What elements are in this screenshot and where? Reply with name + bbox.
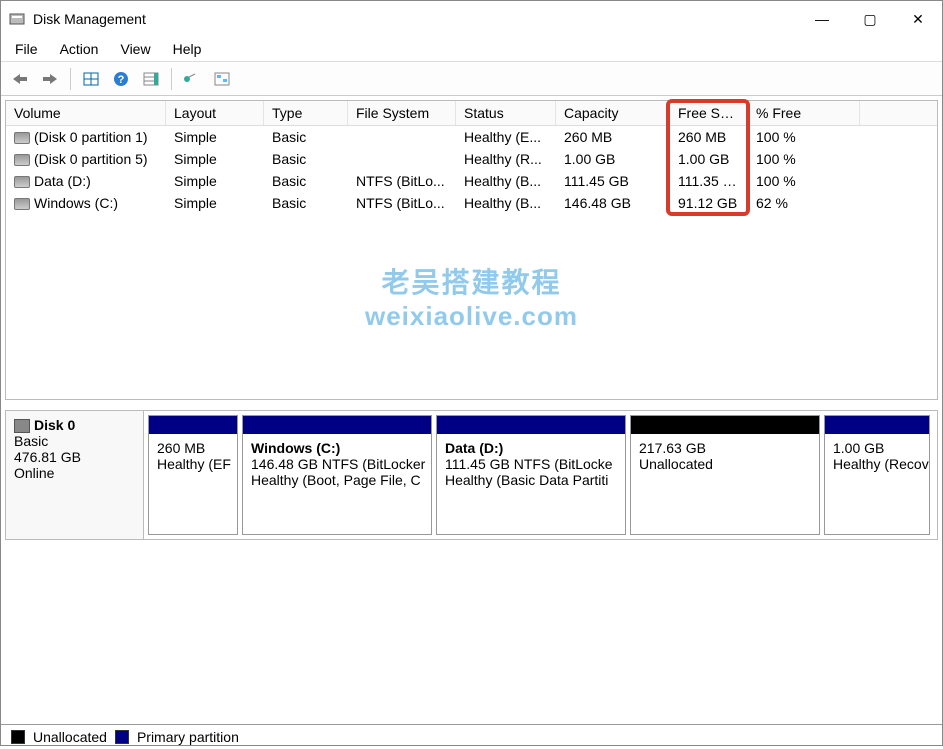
partition[interactable]: Data (D:)111.45 GB NTFS (BitLockeHealthy…: [436, 415, 626, 535]
disk-state: Online: [14, 465, 135, 481]
minimize-button[interactable]: —: [798, 1, 846, 37]
col-layout[interactable]: Layout: [166, 101, 264, 125]
content-area: Volume Layout Type File System Status Ca…: [1, 96, 942, 724]
table-row[interactable]: Windows (C:)SimpleBasicNTFS (BitLo...Hea…: [6, 192, 937, 214]
forward-arrow-icon[interactable]: [37, 66, 63, 92]
disk-info[interactable]: Disk 0 Basic 476.81 GB Online: [6, 411, 144, 539]
col-type[interactable]: Type: [264, 101, 348, 125]
list-view-icon[interactable]: [179, 66, 205, 92]
toolbar: ?: [1, 62, 942, 96]
menu-view[interactable]: View: [120, 41, 150, 57]
table-row[interactable]: (Disk 0 partition 5)SimpleBasicHealthy (…: [6, 148, 937, 170]
partition[interactable]: 260 MBHealthy (EF: [148, 415, 238, 535]
col-pct-free[interactable]: % Free: [748, 101, 860, 125]
volume-table: Volume Layout Type File System Status Ca…: [5, 100, 938, 400]
menubar: File Action View Help: [1, 37, 942, 62]
col-free-space[interactable]: Free Sp...: [670, 101, 748, 125]
menu-file[interactable]: File: [15, 41, 38, 57]
disk-type: Basic: [14, 433, 135, 449]
watermark-line2: weixiaolive.com: [6, 301, 937, 332]
disk-graphical-view: Disk 0 Basic 476.81 GB Online 260 MBHeal…: [5, 410, 938, 540]
col-status[interactable]: Status: [456, 101, 556, 125]
panel-grid-icon[interactable]: [78, 66, 104, 92]
table-header: Volume Layout Type File System Status Ca…: [6, 101, 937, 126]
watermark-line1: 老吴搭建教程: [6, 261, 937, 301]
partitions: 260 MBHealthy (EFWindows (C:)146.48 GB N…: [144, 411, 937, 539]
disk-icon: [14, 419, 30, 433]
window-controls: — ▢ ✕: [798, 1, 942, 37]
tree-view-icon[interactable]: [209, 66, 235, 92]
legend-unallocated: Unallocated: [33, 729, 107, 745]
table-row[interactable]: (Disk 0 partition 1)SimpleBasicHealthy (…: [6, 126, 937, 148]
empty-space: [5, 540, 938, 720]
app-icon: [9, 11, 25, 27]
menu-help[interactable]: Help: [173, 41, 202, 57]
col-capacity[interactable]: Capacity: [556, 101, 670, 125]
window-title: Disk Management: [33, 11, 146, 27]
legend-primary: Primary partition: [137, 729, 239, 745]
col-filesystem[interactable]: File System: [348, 101, 456, 125]
table-body: (Disk 0 partition 1)SimpleBasicHealthy (…: [6, 126, 937, 214]
disk-size: 476.81 GB: [14, 449, 135, 465]
disk-label: Disk 0: [34, 417, 75, 433]
partition[interactable]: Windows (C:)146.48 GB NTFS (BitLockerHea…: [242, 415, 432, 535]
toolbar-separator: [70, 68, 71, 90]
legend: Unallocated Primary partition: [1, 724, 942, 749]
close-button[interactable]: ✕: [894, 1, 942, 37]
toolbar-separator: [171, 68, 172, 90]
table-view-icon[interactable]: [138, 66, 164, 92]
table-row[interactable]: Data (D:)SimpleBasicNTFS (BitLo...Health…: [6, 170, 937, 192]
legend-swatch-unallocated: [11, 730, 25, 744]
back-arrow-icon[interactable]: [7, 66, 33, 92]
partition[interactable]: 1.00 GBHealthy (Recov: [824, 415, 930, 535]
partition[interactable]: 217.63 GBUnallocated: [630, 415, 820, 535]
col-volume[interactable]: Volume: [6, 101, 166, 125]
menu-action[interactable]: Action: [60, 41, 99, 57]
svg-text:?: ?: [118, 74, 125, 86]
help-icon[interactable]: ?: [108, 66, 134, 92]
titlebar: Disk Management — ▢ ✕: [1, 1, 942, 37]
legend-swatch-primary: [115, 730, 129, 744]
maximize-button[interactable]: ▢: [846, 1, 894, 37]
